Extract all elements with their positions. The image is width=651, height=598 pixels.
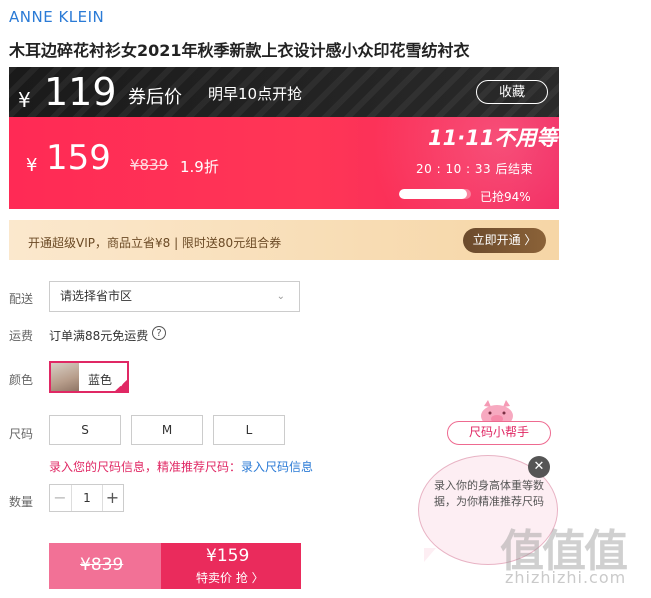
check-icon: ✓ — [119, 380, 126, 389]
sold-progress-fill — [399, 189, 467, 199]
sale-currency: ¥ — [26, 155, 38, 176]
shipping-text: 订单满88元免运费 — [49, 329, 149, 343]
quantity-increase-button[interactable]: + — [102, 485, 123, 511]
coupon-price: 119 — [44, 70, 117, 114]
buy-original-price: ¥839 — [80, 555, 124, 575]
help-icon[interactable]: ? — [152, 326, 166, 340]
vip-banner-text: 开通超级VIP，商品立省¥8 | 限时送80元组合券 — [28, 236, 282, 250]
shipping-label: 运费 — [9, 329, 34, 343]
discount-rate: 1.9折 — [180, 158, 219, 176]
size-helper-text: 录入你的身高体重等数据，为你精准推荐尺码 — [434, 479, 544, 508]
product-title: 木耳边碎花衬衫女2021年秋季新款上衣设计感小众印花雪纺衬衣 — [9, 41, 470, 60]
size-option-l[interactable]: L — [213, 415, 285, 445]
quantity-label: 数量 — [9, 495, 34, 509]
size-option-m[interactable]: M — [131, 415, 203, 445]
size-label: 尺码 — [9, 427, 34, 441]
countdown-timer: 20 : 10 : 33 后结束 — [416, 162, 533, 176]
size-info-link[interactable]: 录入尺码信息 — [241, 458, 313, 475]
buy-now-price: ¥159 — [206, 546, 250, 566]
size-tip-text: 录入您的尺码信息，精准推荐尺码： — [49, 460, 242, 474]
favorite-button[interactable]: 收藏 — [476, 80, 548, 104]
event-badge: 11·11不用等 — [428, 126, 558, 150]
sold-progress-bar — [399, 189, 471, 199]
sale-price: 159 — [46, 138, 111, 178]
quantity-decrease-button[interactable]: − — [50, 485, 70, 511]
color-option-label: 蓝色 — [88, 373, 113, 387]
size-helper-bubble-tail — [424, 548, 436, 562]
sale-start-time: 明早10点开抢 — [208, 85, 303, 103]
sold-progress-text: 已抢94% — [480, 190, 531, 204]
color-thumbnail — [51, 363, 79, 391]
coupon-price-label: 券后价 — [128, 87, 182, 108]
watermark-url: zhizhizhi.com — [505, 568, 627, 587]
quantity-input[interactable]: 1 — [71, 485, 103, 511]
size-option-s[interactable]: S — [49, 415, 121, 445]
buy-now-label: 特卖价 抢 〉 — [196, 571, 264, 585]
chevron-down-icon: ⌄ — [276, 291, 285, 302]
brand-name[interactable]: ANNE KLEIN — [9, 8, 104, 26]
close-icon[interactable]: ✕ — [528, 456, 550, 478]
region-select-value: 请选择省市区 — [60, 289, 133, 303]
color-label: 颜色 — [9, 373, 34, 387]
size-helper-button[interactable]: 尺码小帮手 — [447, 421, 551, 445]
region-select[interactable]: 请选择省市区 ⌄ — [49, 281, 300, 312]
coupon-currency: ¥ — [18, 88, 31, 112]
delivery-label: 配送 — [9, 292, 34, 306]
vip-open-button[interactable]: 立即开通 〉 — [463, 228, 546, 253]
original-price: ¥839 — [130, 156, 169, 174]
